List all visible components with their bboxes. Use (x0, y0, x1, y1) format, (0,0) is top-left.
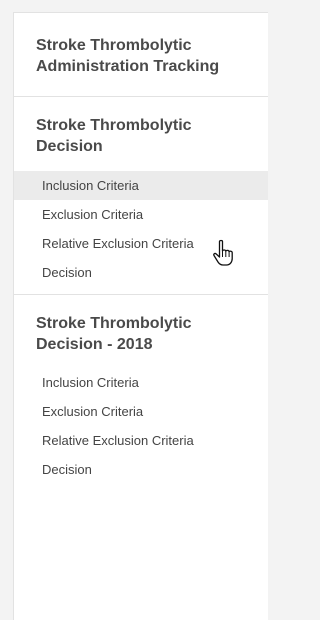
nav-item-relative-exclusion-criteria[interactable]: Relative Exclusion Criteria (14, 229, 268, 258)
section-thrombolytic-decision: Stroke Thrombolytic Decision Inclusion C… (14, 97, 268, 295)
section-title[interactable]: Stroke Thrombolytic Decision (14, 97, 268, 171)
section-title[interactable]: Stroke Thrombolytic Administration Track… (14, 13, 268, 96)
navigation-panel: Stroke Thrombolytic Administration Track… (13, 12, 268, 620)
nav-item-inclusion-criteria[interactable]: Inclusion Criteria (14, 368, 268, 397)
nav-item-decision[interactable]: Decision (14, 258, 268, 287)
nav-item-exclusion-criteria[interactable]: Exclusion Criteria (14, 397, 268, 426)
section-items: Inclusion Criteria Exclusion Criteria Re… (14, 171, 268, 294)
section-items: Inclusion Criteria Exclusion Criteria Re… (14, 368, 268, 491)
section-administration-tracking: Stroke Thrombolytic Administration Track… (14, 13, 268, 97)
nav-item-exclusion-criteria[interactable]: Exclusion Criteria (14, 200, 268, 229)
section-title[interactable]: Stroke Thrombolytic Decision - 2018 (14, 295, 268, 368)
nav-item-relative-exclusion-criteria[interactable]: Relative Exclusion Criteria (14, 426, 268, 455)
nav-item-decision[interactable]: Decision (14, 455, 268, 484)
section-thrombolytic-decision-2018: Stroke Thrombolytic Decision - 2018 Incl… (14, 295, 268, 491)
nav-item-inclusion-criteria[interactable]: Inclusion Criteria (14, 171, 268, 200)
